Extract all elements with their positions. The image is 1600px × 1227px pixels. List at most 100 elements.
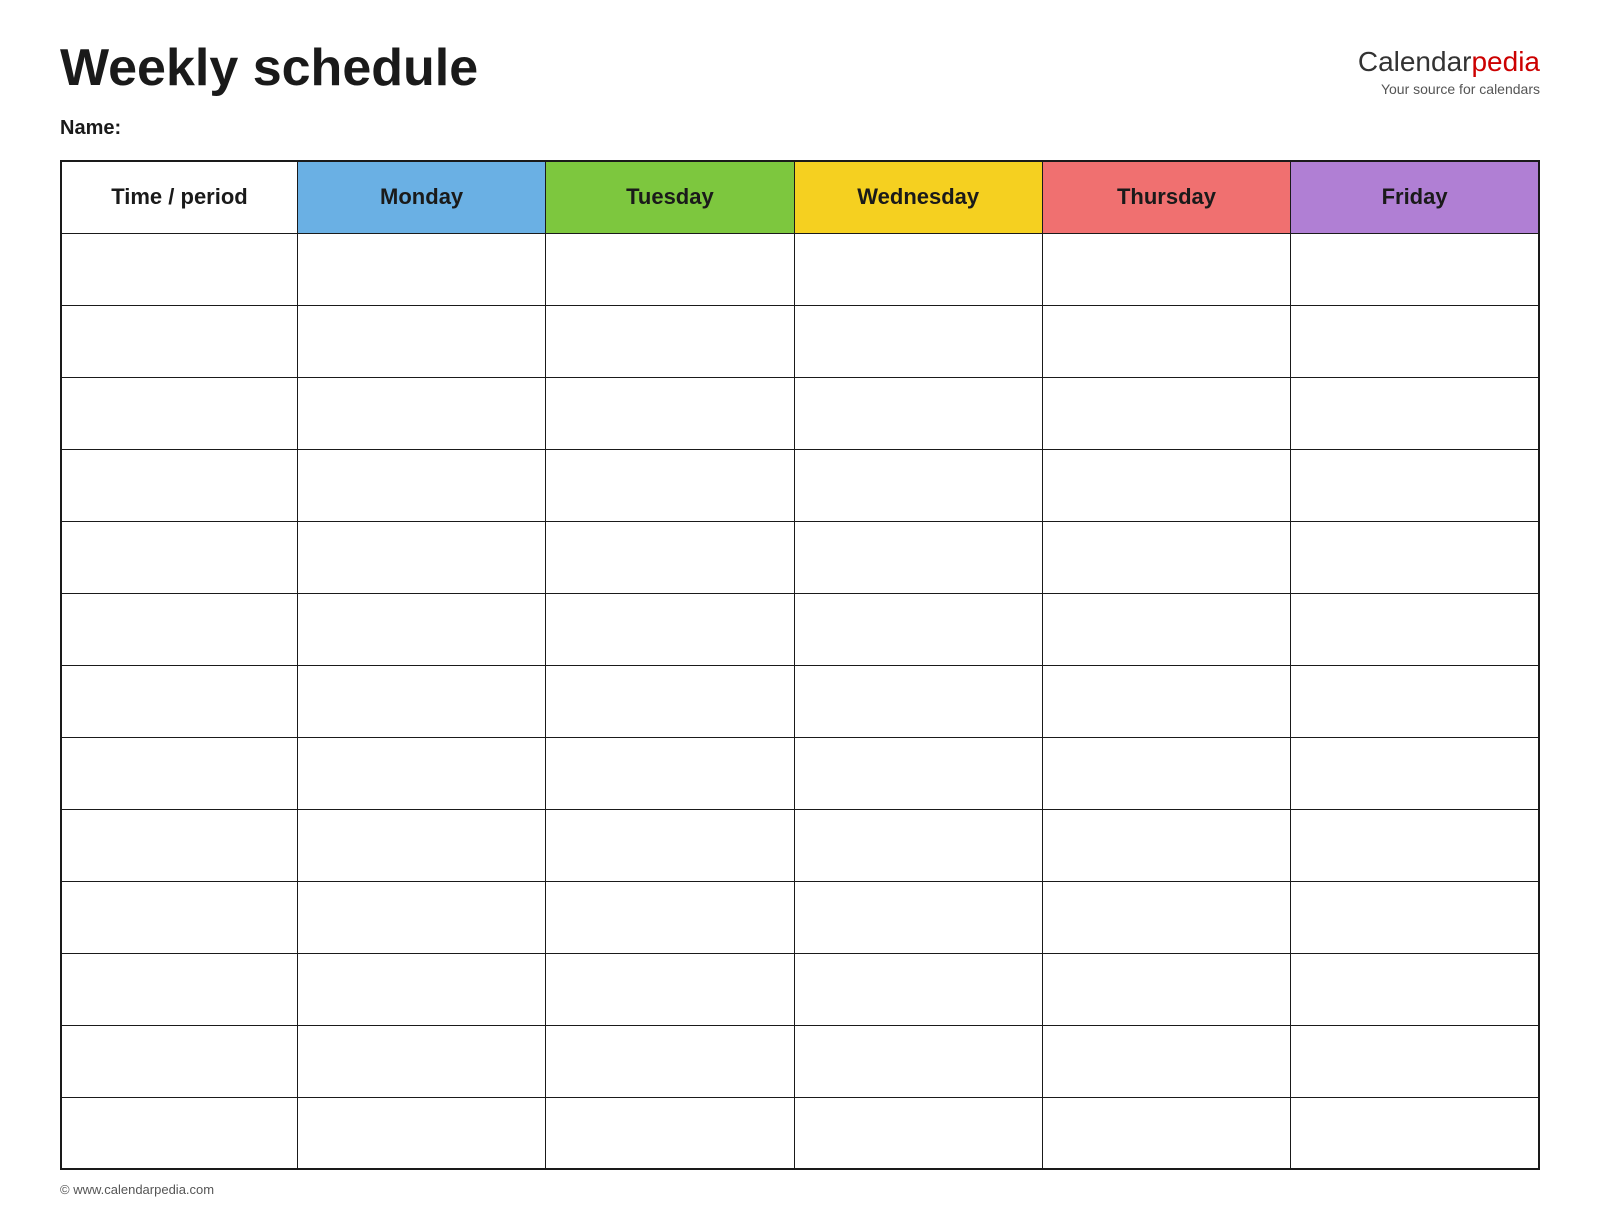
cell-row11-col2[interactable] [546, 953, 794, 1025]
cell-row13-col3[interactable] [794, 1097, 1042, 1169]
cell-row4-col0[interactable] [61, 449, 297, 521]
cell-row4-col1[interactable] [297, 449, 545, 521]
table-header-row: Time / period Monday Tuesday Wednesday T… [61, 161, 1539, 233]
cell-row1-col5[interactable] [1291, 233, 1539, 305]
table-row [61, 521, 1539, 593]
cell-row4-col5[interactable] [1291, 449, 1539, 521]
logo-calendar-part: Calendar [1358, 46, 1472, 77]
col-header-monday: Monday [297, 161, 545, 233]
cell-row4-col3[interactable] [794, 449, 1042, 521]
cell-row8-col1[interactable] [297, 737, 545, 809]
cell-row7-col1[interactable] [297, 665, 545, 737]
cell-row8-col0[interactable] [61, 737, 297, 809]
table-row [61, 953, 1539, 1025]
cell-row9-col5[interactable] [1291, 809, 1539, 881]
cell-row9-col1[interactable] [297, 809, 545, 881]
cell-row11-col5[interactable] [1291, 953, 1539, 1025]
cell-row1-col2[interactable] [546, 233, 794, 305]
cell-row12-col4[interactable] [1042, 1025, 1290, 1097]
cell-row1-col0[interactable] [61, 233, 297, 305]
cell-row2-col3[interactable] [794, 305, 1042, 377]
cell-row11-col4[interactable] [1042, 953, 1290, 1025]
cell-row13-col5[interactable] [1291, 1097, 1539, 1169]
cell-row5-col0[interactable] [61, 521, 297, 593]
cell-row9-col3[interactable] [794, 809, 1042, 881]
cell-row10-col4[interactable] [1042, 881, 1290, 953]
logo-tagline: Your source for calendars [1358, 81, 1540, 97]
logo-text: Calendarpedia [1358, 45, 1540, 79]
cell-row9-col2[interactable] [546, 809, 794, 881]
name-label: Name: [60, 117, 1540, 140]
cell-row7-col3[interactable] [794, 665, 1042, 737]
cell-row8-col5[interactable] [1291, 737, 1539, 809]
cell-row3-col5[interactable] [1291, 377, 1539, 449]
schedule-table: Time / period Monday Tuesday Wednesday T… [60, 160, 1540, 1170]
cell-row10-col5[interactable] [1291, 881, 1539, 953]
cell-row5-col1[interactable] [297, 521, 545, 593]
cell-row11-col3[interactable] [794, 953, 1042, 1025]
cell-row9-col4[interactable] [1042, 809, 1290, 881]
cell-row8-col4[interactable] [1042, 737, 1290, 809]
table-row [61, 809, 1539, 881]
cell-row8-col3[interactable] [794, 737, 1042, 809]
cell-row12-col1[interactable] [297, 1025, 545, 1097]
cell-row4-col2[interactable] [546, 449, 794, 521]
table-row [61, 449, 1539, 521]
schedule-body [61, 233, 1539, 1169]
cell-row6-col4[interactable] [1042, 593, 1290, 665]
cell-row2-col4[interactable] [1042, 305, 1290, 377]
footer: © www.calendarpedia.com [60, 1182, 1540, 1197]
cell-row8-col2[interactable] [546, 737, 794, 809]
cell-row13-col0[interactable] [61, 1097, 297, 1169]
cell-row6-col5[interactable] [1291, 593, 1539, 665]
cell-row7-col4[interactable] [1042, 665, 1290, 737]
cell-row13-col1[interactable] [297, 1097, 545, 1169]
cell-row3-col0[interactable] [61, 377, 297, 449]
cell-row4-col4[interactable] [1042, 449, 1290, 521]
cell-row5-col5[interactable] [1291, 521, 1539, 593]
cell-row1-col3[interactable] [794, 233, 1042, 305]
cell-row2-col5[interactable] [1291, 305, 1539, 377]
cell-row3-col3[interactable] [794, 377, 1042, 449]
logo-pedia-part: pedia [1471, 46, 1540, 77]
col-header-wednesday: Wednesday [794, 161, 1042, 233]
cell-row3-col4[interactable] [1042, 377, 1290, 449]
table-row [61, 881, 1539, 953]
cell-row2-col2[interactable] [546, 305, 794, 377]
cell-row10-col2[interactable] [546, 881, 794, 953]
table-row [61, 593, 1539, 665]
cell-row3-col1[interactable] [297, 377, 545, 449]
cell-row6-col2[interactable] [546, 593, 794, 665]
cell-row6-col0[interactable] [61, 593, 297, 665]
cell-row10-col0[interactable] [61, 881, 297, 953]
cell-row12-col2[interactable] [546, 1025, 794, 1097]
cell-row12-col5[interactable] [1291, 1025, 1539, 1097]
cell-row1-col1[interactable] [297, 233, 545, 305]
logo-container: Calendarpedia Your source for calendars [1358, 40, 1540, 97]
cell-row5-col2[interactable] [546, 521, 794, 593]
cell-row5-col4[interactable] [1042, 521, 1290, 593]
cell-row13-col4[interactable] [1042, 1097, 1290, 1169]
cell-row11-col0[interactable] [61, 953, 297, 1025]
cell-row10-col1[interactable] [297, 881, 545, 953]
cell-row7-col0[interactable] [61, 665, 297, 737]
cell-row9-col0[interactable] [61, 809, 297, 881]
page-container: Weekly schedule Calendarpedia Your sourc… [60, 40, 1540, 1197]
cell-row7-col2[interactable] [546, 665, 794, 737]
cell-row2-col1[interactable] [297, 305, 545, 377]
cell-row6-col3[interactable] [794, 593, 1042, 665]
table-row [61, 305, 1539, 377]
cell-row1-col4[interactable] [1042, 233, 1290, 305]
cell-row13-col2[interactable] [546, 1097, 794, 1169]
cell-row3-col2[interactable] [546, 377, 794, 449]
cell-row10-col3[interactable] [794, 881, 1042, 953]
table-row [61, 377, 1539, 449]
cell-row11-col1[interactable] [297, 953, 545, 1025]
cell-row7-col5[interactable] [1291, 665, 1539, 737]
cell-row12-col3[interactable] [794, 1025, 1042, 1097]
cell-row12-col0[interactable] [61, 1025, 297, 1097]
cell-row5-col3[interactable] [794, 521, 1042, 593]
cell-row2-col0[interactable] [61, 305, 297, 377]
cell-row6-col1[interactable] [297, 593, 545, 665]
page-title: Weekly schedule [60, 40, 478, 97]
